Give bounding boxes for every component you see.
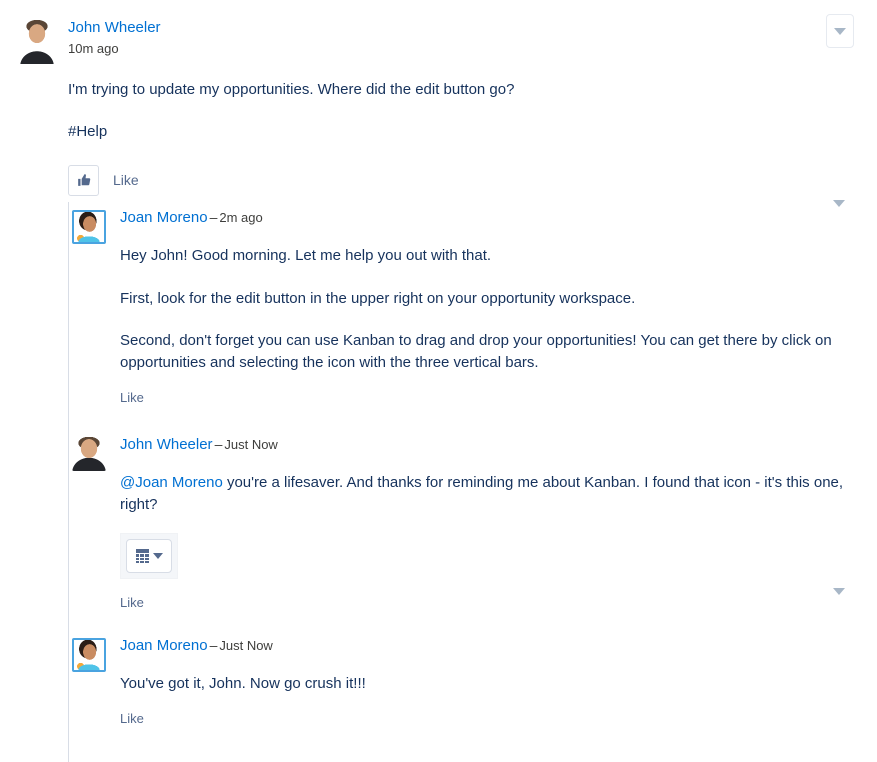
comment-paragraph-1: @Joan Moreno you're a lifesaver. And tha… [120,472,877,516]
post-timestamp: 10m ago [68,41,119,56]
comment-item: Joan Moreno – Just Now You've got it, John… [72,636,877,732]
user-mention-link[interactable]: @Joan Moreno [120,474,223,491]
kanban-icon-attachment[interactable] [120,533,178,580]
byline-separator: – [209,637,218,654]
comment-paragraph-3: Second, don't forget you can use Kanban … [120,332,832,371]
comment-paragraph-1: You've got it, John. Now go crush it!!! [120,675,366,693]
comment-byline: Joan Moreno – Just Now [120,636,877,656]
comment-thread: Joan Moreno –2m ago Hey John! Good mornin… [68,201,877,762]
post-like-row: Like [68,164,829,202]
comment-author-link[interactable]: John Wheeler [120,436,213,453]
comment-timestamp: Just Now [224,436,278,452]
comment-byline: John Wheeler – Just Now [120,435,877,455]
post-author-avatar[interactable] [14,18,60,64]
grid-table-icon [135,549,149,564]
comment-actions-menu-button[interactable] [832,196,846,210]
comment-author-avatar[interactable] [72,209,106,244]
comment-like-link[interactable]: Like [120,711,144,726]
caret-down-icon [152,553,163,560]
comment-like-link[interactable]: Like [120,595,144,610]
comment-author-link[interactable]: Joan Moreno [120,209,208,226]
chevron-down-icon [833,587,845,595]
view-switcher-button [126,539,172,574]
post-header-and-body: John Wheeler 10m ago I'm trying to updat… [0,8,877,202]
like-button[interactable] [68,164,99,196]
comment-body: Joan Moreno –2m ago Hey John! Good mornin… [116,208,877,407]
comment-actions-menu-button[interactable] [832,584,846,598]
post-author-link[interactable]: John Wheeler [68,19,161,36]
comment-paragraph-text: you're a lifesaver. And thanks for remin… [120,473,844,513]
comment-like-link[interactable]: Like [120,390,144,405]
comment-body: Joan Moreno – Just Now You've got it, John… [116,636,877,728]
comment-paragraph-1: Hey John! Good morning. Let me help you … [120,246,492,264]
comment-item: John Wheeler – Just Now @Joan Moreno you'r… [72,435,877,617]
comment-paragraph-2: First, look for the edit button in the u… [120,289,636,307]
comment-timestamp: 2m ago [219,209,263,225]
like-label[interactable]: Like [113,172,139,188]
comment-item: Joan Moreno –2m ago Hey John! Good mornin… [72,208,877,411]
comment-byline: Joan Moreno –2m ago [120,208,877,228]
post-paragraph-1: I'm trying to update my opportunities. W… [68,81,515,99]
comment-timestamp: Just Now [219,638,273,654]
post-byline: John Wheeler 10m ago [68,18,829,57]
post-paragraph-2: #Help [68,123,108,140]
thread-connector-line [68,201,69,762]
comment-body: John Wheeler – Just Now @Joan Moreno you'r… [116,435,877,613]
chevron-down-icon [833,199,845,207]
comment-author-avatar[interactable] [72,638,106,673]
feed-post: John Wheeler 10m ago I'm trying to updat… [0,0,877,762]
byline-separator: – [209,208,218,225]
comment-author-avatar[interactable] [72,436,106,471]
comment-author-link[interactable]: Joan Moreno [120,637,208,654]
thumbs-up-icon [77,174,90,187]
byline-separator: – [214,435,223,452]
